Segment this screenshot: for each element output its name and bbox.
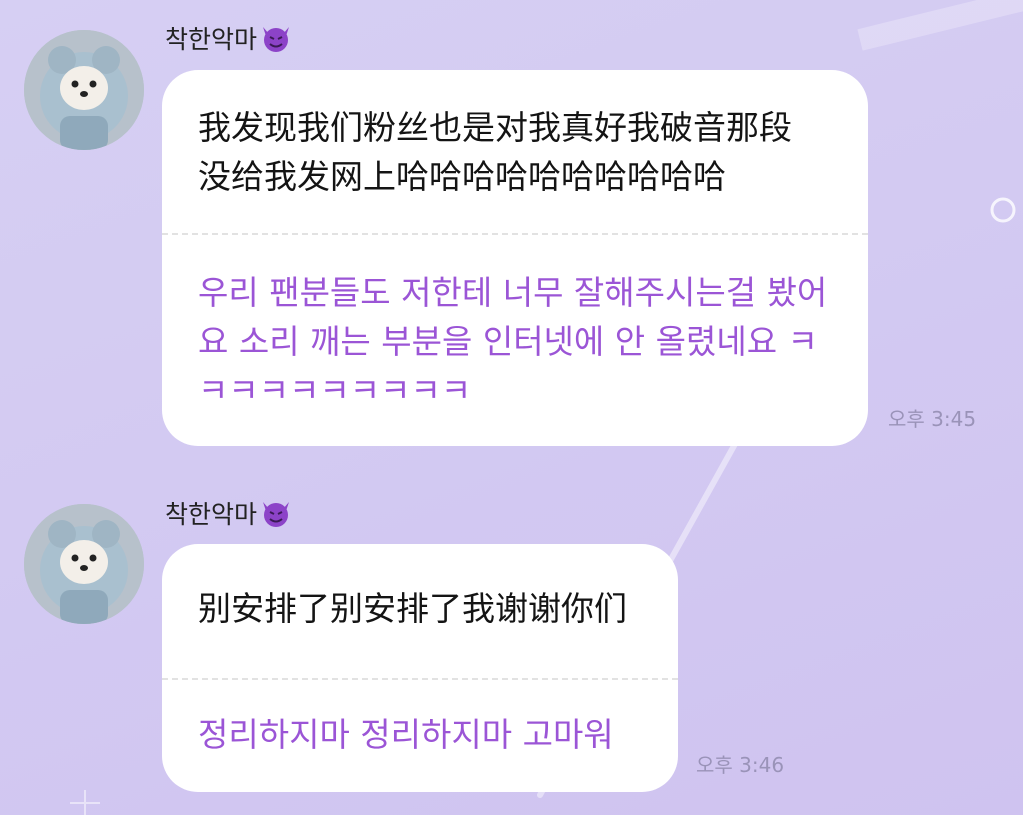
devil-emoji-icon — [263, 27, 290, 52]
message-bubble[interactable]: 别安排了别安排了我谢谢你们 정리하지마 정리하지마 고마워 — [162, 544, 678, 792]
original-message-text: 我发现我们粉丝也是对我真好我破音那段 没给我发网上哈哈哈哈哈哈哈哈哈哈 — [198, 108, 792, 196]
sender-avatar[interactable] — [24, 30, 144, 150]
dog-avatar-icon — [24, 30, 144, 150]
sender-name: 착한악마 — [165, 495, 293, 531]
dog-avatar-icon — [24, 504, 144, 624]
message-timestamp: 오후 3:45 — [888, 407, 977, 431]
translation-divider — [162, 233, 868, 235]
translated-message-text: 우리 팬분들도 저한테 너무 잘해주시는걸 봤어 요 소리 깨는 부분을 인터넷… — [198, 273, 828, 399]
translated-message-text: 정리하지마 정리하지마 고마워 — [198, 715, 614, 754]
translation-divider — [162, 678, 678, 680]
sender-avatar[interactable] — [24, 504, 144, 624]
devil-emoji-icon — [263, 502, 290, 527]
message-bubble[interactable]: 我发现我们粉丝也是对我真好我破音那段 没给我发网上哈哈哈哈哈哈哈哈哈哈 우리 팬… — [162, 70, 868, 446]
original-message-text: 别安排了别安排了我谢谢你们 — [198, 589, 627, 628]
sender-name-text: 착한악마 — [165, 500, 258, 529]
translation-container: 우리 팬분들도 저한테 너무 잘해주시는걸 봤어 요 소리 깨는 부분을 인터넷… — [198, 268, 858, 399]
message-timestamp: 오후 3:46 — [696, 753, 785, 777]
sender-name: 착한악마 — [165, 20, 293, 56]
sender-name-text: 착한악마 — [165, 25, 258, 54]
